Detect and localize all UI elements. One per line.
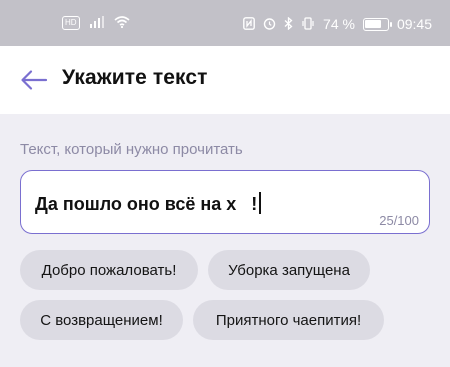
battery-icon [362, 17, 392, 31]
page-title: Укажите текст [62, 66, 208, 89]
status-bar: HD 74 % 09:45 [0, 0, 450, 46]
text-caret [259, 192, 261, 214]
wifi-icon [114, 16, 130, 30]
suggestion-chip-welcome-back[interactable]: С возвращением! [20, 300, 183, 340]
nfc-icon [243, 16, 255, 32]
signal-icon [89, 16, 104, 30]
text-field-label: Текст, который нужно прочитать [20, 141, 243, 158]
battery-percent: 74 % [323, 16, 355, 32]
speech-text-input[interactable]: Да пошло оно всё на х ! 25/100 [20, 170, 430, 234]
back-button[interactable] [14, 62, 54, 98]
bluetooth-icon [284, 16, 293, 32]
arrow-left-icon [21, 70, 48, 90]
character-counter: 25/100 [379, 213, 419, 228]
text-field-value[interactable]: Да пошло оно всё на х ! [35, 192, 261, 215]
suggestion-chip-welcome[interactable]: Добро пожаловать! [20, 250, 198, 290]
suggestion-chip-cleaning-started[interactable]: Уборка запущена [208, 250, 370, 290]
hd-icon: HD [62, 16, 80, 30]
battery-fill [365, 20, 381, 28]
clock: 09:45 [396, 16, 432, 32]
vibrate-icon [301, 16, 315, 32]
suggestion-chip-tea-time[interactable]: Приятного чаепития! [193, 300, 384, 340]
alarm-icon [263, 17, 276, 32]
status-left-group: HD [62, 16, 130, 30]
app-bar: Укажите текст [0, 46, 450, 114]
status-right-group: 74 % 09:45 [243, 16, 432, 32]
